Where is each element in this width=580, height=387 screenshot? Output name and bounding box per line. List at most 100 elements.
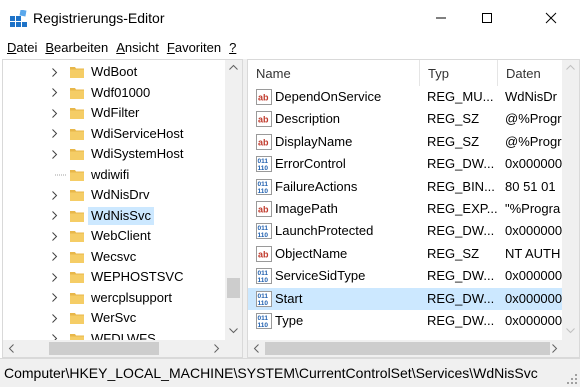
chevron-right-icon[interactable] xyxy=(50,184,60,206)
folder-icon xyxy=(70,106,84,119)
cell-data: 0x000000 xyxy=(505,223,563,239)
tree-item[interactable]: WdBoot xyxy=(3,61,227,83)
scroll-down-icon[interactable] xyxy=(229,328,238,334)
cell-name: ImagePath xyxy=(275,201,338,216)
tree-item[interactable]: WdNisSvc xyxy=(3,205,227,227)
chevron-right-icon[interactable] xyxy=(50,82,60,104)
table-row[interactable]: 011 110 Type REG_DW... 0x000000 xyxy=(248,310,579,332)
folder-icon xyxy=(70,311,84,324)
tree-connector xyxy=(54,164,67,186)
close-button[interactable] xyxy=(528,0,574,36)
table-row[interactable]: ab ImagePath REG_EXP... "%Progra xyxy=(248,198,579,220)
tree-item[interactable]: Wdf01000 xyxy=(3,82,227,104)
table-row[interactable]: 011 110 Start REG_DW... 0x000000 xyxy=(248,287,579,310)
cell-type: REG_DW... xyxy=(427,223,495,239)
list-vertical-scrollbar[interactable] xyxy=(562,60,579,340)
menu-bar: Datei Bearbeiten Ansicht Favoriten ? xyxy=(0,36,580,58)
cell-data: NT AUTH xyxy=(505,245,561,261)
scroll-right-icon[interactable] xyxy=(552,344,558,353)
scroll-up-icon[interactable] xyxy=(566,64,575,70)
scroll-right-icon[interactable] xyxy=(214,344,220,353)
tree-item[interactable]: wercplsupport xyxy=(3,287,227,309)
table-row[interactable]: ab DependOnService REG_MU... WdNisDr xyxy=(248,86,579,108)
tree-item-label: WerSvc xyxy=(91,310,137,325)
cell-data: 0x000000 xyxy=(505,313,563,328)
table-row[interactable]: ab Description REG_SZ @%Progr xyxy=(248,108,579,130)
maximize-button[interactable] xyxy=(464,0,510,36)
string-value-icon: ab xyxy=(256,111,272,128)
column-header-name[interactable]: Name xyxy=(248,60,420,86)
table-row[interactable]: 011 110 ErrorControl REG_DW... 0x000000 xyxy=(248,153,579,175)
tree-item-label: wercplsupport xyxy=(91,289,172,305)
table-row[interactable]: ab DisplayName REG_SZ @%Progr xyxy=(248,131,579,153)
scrollbar-corner xyxy=(225,340,242,357)
menu-label: nsicht xyxy=(124,39,159,55)
svg-text:011: 011 xyxy=(258,225,269,232)
chevron-right-icon[interactable] xyxy=(50,225,60,247)
svg-text:ab: ab xyxy=(258,137,269,147)
chevron-right-icon[interactable] xyxy=(50,143,60,165)
tree-vertical-scrollbar[interactable] xyxy=(225,60,242,340)
tree-item-label: Wecsvc xyxy=(91,248,137,264)
svg-text:011: 011 xyxy=(258,293,269,300)
table-row[interactable]: ab ObjectName REG_SZ NT AUTH xyxy=(248,243,579,265)
scroll-left-icon[interactable] xyxy=(253,344,259,353)
tree-vertical-thumb[interactable] xyxy=(227,278,240,298)
minimize-icon xyxy=(436,17,446,19)
tree-item-label: WdiServiceHost xyxy=(91,125,184,141)
tree-horizontal-scrollbar[interactable] xyxy=(3,340,225,357)
tree-item[interactable]: WdiServiceHost xyxy=(3,123,227,145)
cell-data: 0x000000 xyxy=(505,156,563,172)
table-row[interactable]: 011 110 ServiceSidType REG_DW... 0x000000 xyxy=(248,265,579,287)
chevron-right-icon[interactable] xyxy=(50,266,60,288)
tree-item[interactable]: WEPHOSTSVC xyxy=(3,266,227,288)
tree-item[interactable]: WerSvc xyxy=(3,307,227,329)
cell-data: 0x000000 xyxy=(505,268,563,284)
table-row[interactable]: 011 110 FailureActions REG_BIN... 80 51 01 xyxy=(248,176,579,198)
scroll-left-icon[interactable] xyxy=(8,344,14,353)
tree-item-label: WEPHOSTSVC xyxy=(91,269,184,284)
menu-help[interactable]: ? xyxy=(225,40,240,55)
binary-value-icon: 011 110 xyxy=(256,178,272,195)
chevron-right-icon[interactable] xyxy=(50,307,60,329)
tree-item[interactable]: Wecsvc xyxy=(3,246,227,268)
tree-horizontal-thumb[interactable] xyxy=(49,342,159,355)
tree-item[interactable]: WdiSystemHost xyxy=(3,143,227,165)
chevron-right-icon[interactable] xyxy=(50,123,60,145)
column-header-type[interactable]: Typ xyxy=(420,60,498,86)
folder-icon xyxy=(70,209,84,222)
chevron-right-icon[interactable] xyxy=(50,205,60,227)
chevron-right-icon[interactable] xyxy=(50,246,60,268)
folder-icon xyxy=(70,147,84,160)
key-tree[interactable]: WdBoot Wdf01000 WdFilter WdiServiceHost WdiS… xyxy=(2,59,243,358)
menu-favoriten[interactable]: Favoriten xyxy=(163,40,225,55)
menu-accelerator: D xyxy=(7,39,17,55)
tree-item[interactable]: WdFilter xyxy=(3,102,227,124)
scroll-down-icon[interactable] xyxy=(566,328,575,334)
chevron-right-icon[interactable] xyxy=(50,287,60,309)
folder-icon xyxy=(70,65,84,78)
folder-icon xyxy=(70,250,84,263)
cell-type: REG_DW... xyxy=(427,156,495,172)
tree-item[interactable]: wdiwifi xyxy=(3,164,227,186)
tree-item[interactable]: WebClient xyxy=(3,225,227,247)
menu-accelerator: B xyxy=(45,39,55,55)
menu-ansicht[interactable]: Ansicht xyxy=(112,40,163,55)
minimize-button[interactable] xyxy=(418,0,464,36)
current-key-path: Computer\HKEY_LOCAL_MACHINE\SYSTEM\Curre… xyxy=(4,365,538,381)
tree-item[interactable]: WdNisDrv xyxy=(3,184,227,206)
cell-type: REG_DW... xyxy=(427,313,495,328)
resize-grip-icon[interactable] xyxy=(566,373,578,385)
menu-bearbeiten[interactable]: Bearbeiten xyxy=(41,40,112,55)
scroll-up-icon[interactable] xyxy=(229,64,238,70)
value-list[interactable]: Name Typ Daten ab DependOnService REG_MU..… xyxy=(247,59,580,358)
menu-datei[interactable]: Datei xyxy=(3,40,41,55)
tree-item-label: wdiwifi xyxy=(91,166,130,182)
chevron-right-icon[interactable] xyxy=(50,102,60,124)
cell-name: ErrorControl xyxy=(275,156,346,172)
list-horizontal-thumb[interactable] xyxy=(265,342,550,355)
table-row[interactable]: 011 110 LaunchProtected REG_DW... 0x000000 xyxy=(248,220,579,242)
chevron-right-icon[interactable] xyxy=(50,61,60,83)
column-header-data[interactable]: Daten xyxy=(498,60,562,86)
list-horizontal-scrollbar[interactable] xyxy=(248,340,562,357)
